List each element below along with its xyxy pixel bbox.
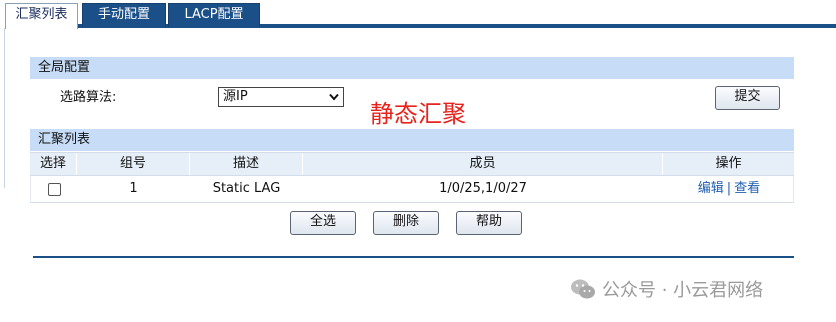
tab-bar: 汇聚列表 手动配置 LACP配置: [0, 0, 836, 29]
algorithm-select-value: 源IP: [223, 89, 248, 104]
global-config-header: 全局配置: [30, 57, 794, 79]
lag-list-header: 汇聚列表: [30, 129, 794, 151]
column-header-select: 选择: [39, 156, 66, 171]
algorithm-label: 选路算法:: [60, 90, 117, 105]
left-border: [4, 28, 5, 188]
column-header-operation: 操作: [662, 153, 794, 175]
select-all-button[interactable]: 全选: [290, 211, 356, 235]
view-link[interactable]: 查看: [734, 181, 760, 196]
edit-link[interactable]: 编辑: [698, 181, 724, 196]
row-checkbox[interactable]: [48, 183, 61, 196]
chevron-down-icon: [329, 93, 339, 101]
column-header-description: 描述: [189, 153, 302, 175]
row-operation-cell: 编辑 | 查看: [663, 176, 795, 202]
tab-lag-list[interactable]: 汇聚列表: [5, 3, 78, 29]
overlay-annotation: 静态汇聚: [370, 100, 466, 128]
wechat-logo-icon: [571, 279, 595, 299]
bottom-divider: [33, 256, 794, 258]
table-row: 1 Static LAG 1/0/25,1/0/27 编辑 | 查看: [30, 176, 794, 203]
help-button[interactable]: 帮助: [456, 211, 522, 235]
delete-button[interactable]: 删除: [373, 211, 439, 235]
lag-config-page: 汇聚列表 手动配置 LACP配置 全局配置 选路算法: 源IP 静态汇聚 提交 …: [0, 0, 836, 322]
column-header-members: 成员: [302, 153, 662, 175]
watermark-text: 公众号 · 小云君网络: [602, 280, 764, 301]
row-select-cell: [31, 176, 77, 202]
table-header-row: 选择 组号 描述 成员 操作: [30, 152, 794, 176]
wechat-watermark: 公众号 · 小云君网络: [570, 276, 763, 302]
algorithm-select[interactable]: 源IP: [218, 87, 344, 107]
operation-separator: |: [726, 181, 732, 196]
column-header-group: 组号: [76, 153, 189, 175]
row-members-cell: 1/0/25,1/0/27: [439, 181, 527, 196]
row-description-cell: Static LAG: [212, 181, 281, 196]
submit-button[interactable]: 提交: [715, 86, 780, 110]
row-group-cell: 1: [129, 181, 138, 196]
tab-manual-config[interactable]: 手动配置: [82, 3, 166, 27]
tab-lacp-config[interactable]: LACP配置: [168, 3, 260, 27]
